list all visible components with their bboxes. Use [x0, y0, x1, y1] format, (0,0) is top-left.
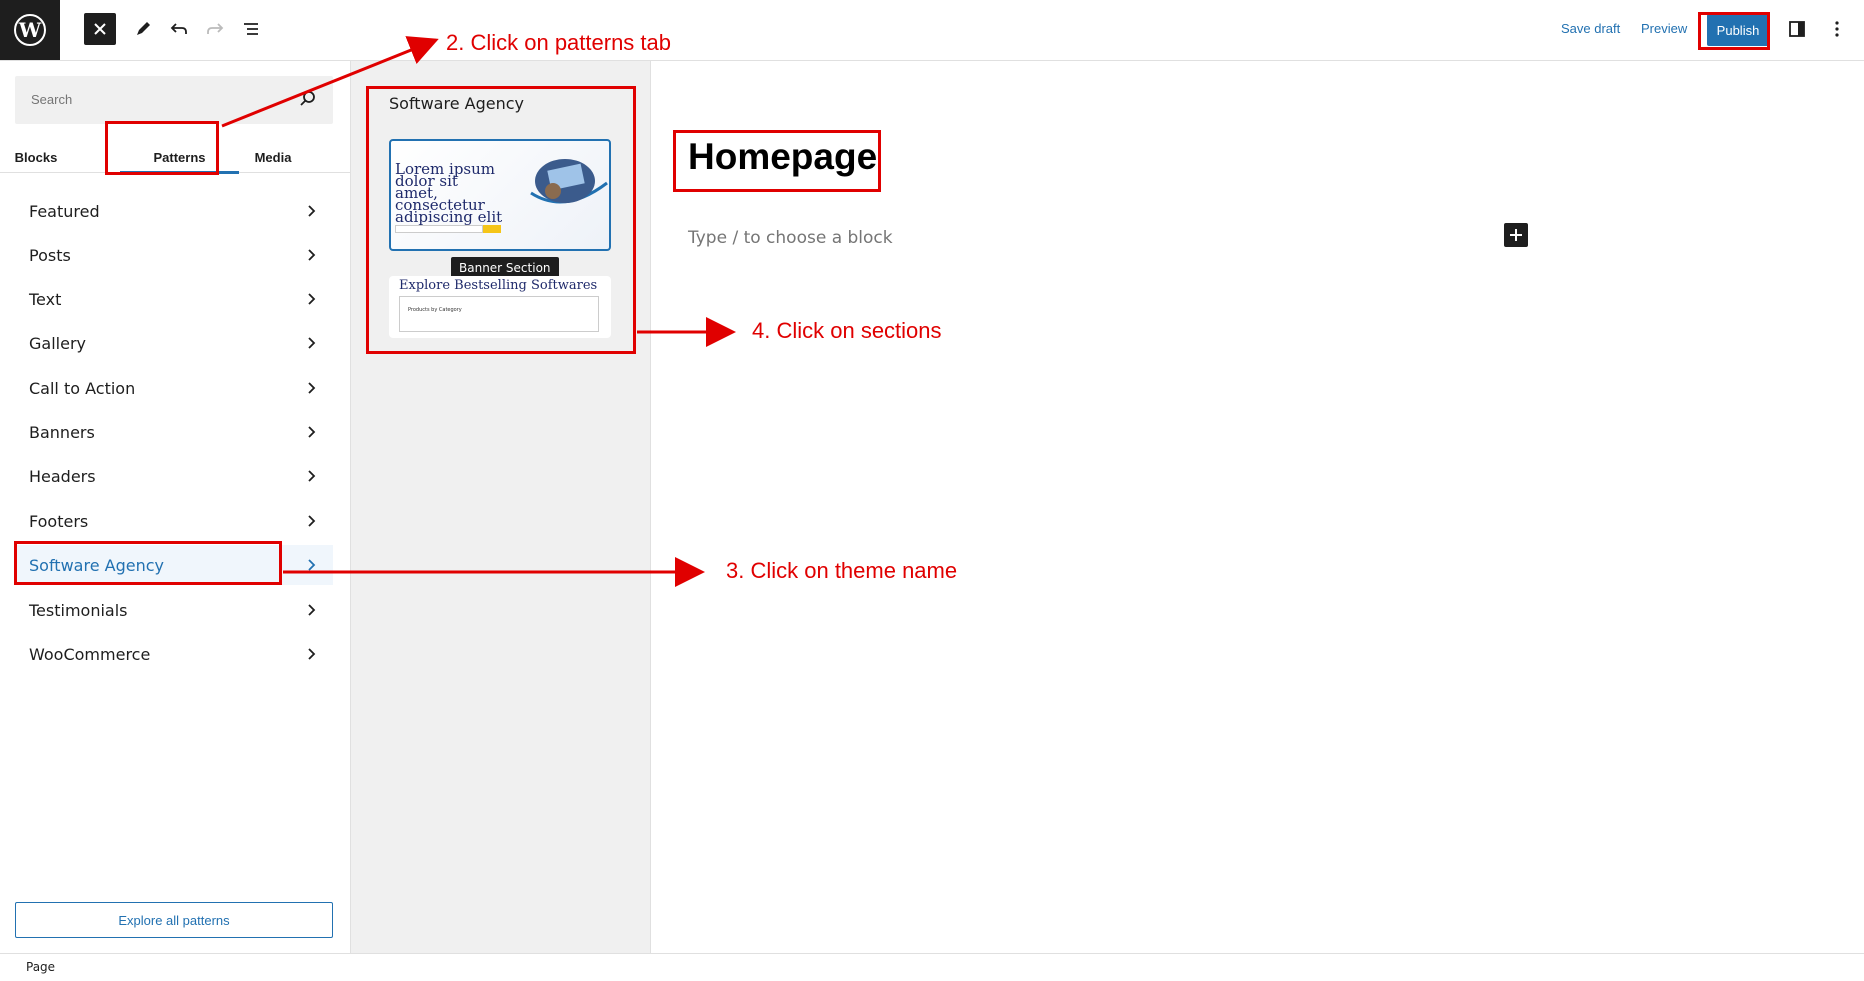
annotation-arrows	[221, 36, 736, 587]
arrow-patterns-tab	[221, 36, 439, 128]
annotation-step-4: 4. Click on sections	[752, 318, 942, 343]
annotation-step-3: 3. Click on theme name	[726, 558, 958, 583]
annotation-step-2: 2. Click on patterns tab	[446, 30, 672, 55]
